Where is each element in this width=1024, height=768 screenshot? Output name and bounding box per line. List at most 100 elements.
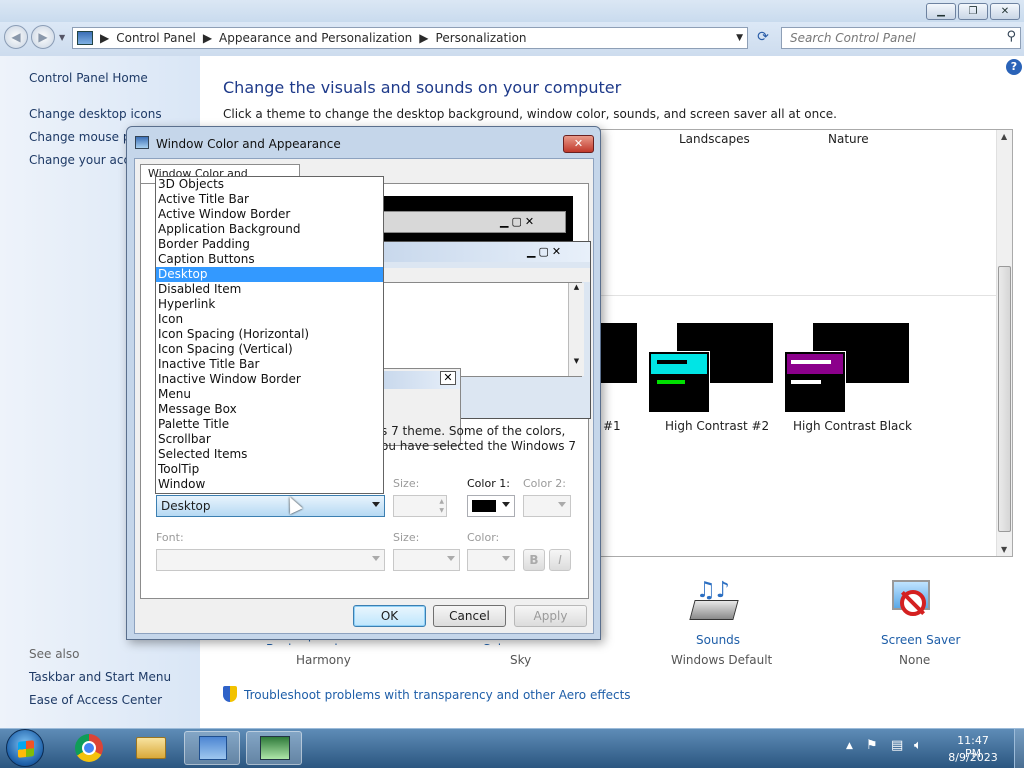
sidebar-link-account-picture[interactable]: Change your acco: [29, 153, 137, 167]
dropdown-option[interactable]: Disabled Item: [156, 282, 383, 297]
recent-pages-icon[interactable]: ▼: [59, 33, 65, 42]
theme-list-scrollbar[interactable]: ▲ ▼: [996, 130, 1012, 556]
sounds-icon[interactable]: ♫♪: [689, 578, 740, 628]
maximize-button[interactable]: ❐: [958, 3, 988, 20]
dropdown-option[interactable]: Palette Title: [156, 417, 383, 432]
dropdown-option[interactable]: Icon Spacing (Horizontal): [156, 327, 383, 342]
chevron-down-icon: [502, 556, 510, 561]
taskbar-control-panel[interactable]: [184, 731, 240, 765]
dropdown-option[interactable]: Border Padding: [156, 237, 383, 252]
apply-button[interactable]: Apply: [514, 605, 587, 627]
dropdown-option[interactable]: 3D Objects: [156, 177, 383, 192]
item-dropdown-list[interactable]: 3D Objects Active Title Bar Active Window …: [155, 176, 384, 494]
troubleshoot-link[interactable]: Troubleshoot problems with transparency …: [244, 688, 631, 702]
see-also-label: See also: [29, 647, 80, 661]
screen-saver-icon[interactable]: [888, 578, 936, 626]
forward-button[interactable]: ▶: [31, 25, 55, 49]
cancel-button[interactable]: Cancel: [433, 605, 506, 627]
screen-saver-value: None: [899, 653, 931, 667]
volume-muted-icon[interactable]: 🔈︎: [914, 738, 922, 753]
dropdown-option[interactable]: Inactive Window Border: [156, 372, 383, 387]
color2-picker[interactable]: [523, 495, 571, 517]
page-subtitle: Click a theme to change the desktop back…: [223, 107, 837, 121]
sidebar-link-desktop-icons[interactable]: Change desktop icons: [29, 107, 162, 121]
minimize-button[interactable]: ▁: [926, 3, 956, 20]
dialog-close-button[interactable]: ✕: [563, 135, 594, 153]
back-button[interactable]: ◀: [4, 25, 28, 49]
refresh-icon[interactable]: ⟳: [752, 29, 774, 49]
breadcrumb-control-panel[interactable]: Control Panel: [116, 31, 196, 45]
dropdown-option[interactable]: Hyperlink: [156, 297, 383, 312]
address-dropdown-icon[interactable]: ▼: [736, 33, 743, 43]
search-icon[interactable]: ⚲: [1006, 29, 1016, 44]
taskbar-personalization[interactable]: [246, 731, 302, 765]
dropdown-option[interactable]: ToolTip: [156, 462, 383, 477]
dropdown-option[interactable]: Active Title Bar: [156, 192, 383, 207]
font-select[interactable]: [156, 549, 385, 571]
font-color-picker[interactable]: [467, 549, 515, 571]
sidebar-link-taskbar[interactable]: Taskbar and Start Menu: [29, 670, 171, 684]
dropdown-option[interactable]: Inactive Title Bar: [156, 357, 383, 372]
theme-hc-black-label[interactable]: High Contrast Black: [793, 419, 912, 433]
theme-hc1-preview[interactable]: [601, 323, 637, 383]
dropdown-option[interactable]: Icon Spacing (Vertical): [156, 342, 383, 357]
control-panel-icon: [199, 736, 227, 760]
chevron-down-icon: [502, 502, 510, 507]
dropdown-option[interactable]: Scrollbar: [156, 432, 383, 447]
bold-button[interactable]: B: [523, 549, 545, 571]
dropdown-option[interactable]: Icon: [156, 312, 383, 327]
ok-button[interactable]: OK: [353, 605, 426, 627]
font-size-select[interactable]: [393, 549, 460, 571]
control-panel-icon: [77, 31, 93, 45]
scroll-up-icon[interactable]: ▲: [1001, 132, 1007, 141]
theme-group-nature: Nature: [828, 132, 869, 146]
chevron-down-icon: [447, 556, 455, 561]
dropdown-option[interactable]: Menu: [156, 387, 383, 402]
search-input[interactable]: Search Control Panel ⚲: [781, 27, 1021, 49]
dropdown-option[interactable]: Window: [156, 477, 383, 492]
chevron-down-icon: [558, 502, 566, 507]
window-color-value: Sky: [510, 653, 532, 667]
item-select[interactable]: Desktop: [156, 495, 385, 517]
clock-date[interactable]: 8/9/2023: [948, 751, 998, 764]
network-icon[interactable]: ▤: [891, 738, 903, 753]
breadcrumb-separator-icon: ▶: [419, 31, 429, 45]
start-orb-icon[interactable]: [6, 729, 44, 767]
back-arrow-icon: ◀: [11, 30, 21, 44]
address-bar[interactable]: ▶ Control Panel ▶ Appearance and Persona…: [72, 27, 748, 49]
show-hidden-icons[interactable]: ▲: [846, 741, 853, 751]
breadcrumb-appearance[interactable]: Appearance and Personalization: [219, 31, 412, 45]
sidebar-link-ease-of-access[interactable]: Ease of Access Center: [29, 693, 162, 707]
breadcrumb-personalization[interactable]: Personalization: [436, 31, 527, 45]
taskbar-chrome[interactable]: [62, 731, 118, 765]
scroll-down-icon[interactable]: ▼: [1001, 545, 1007, 554]
theme-hc2-window: [648, 351, 710, 413]
item-size-label: Size:: [393, 477, 420, 490]
help-icon[interactable]: ?: [1006, 59, 1022, 75]
color1-swatch: [472, 500, 496, 512]
theme-hc2-label[interactable]: High Contrast #2: [665, 419, 769, 433]
theme-hc1-label[interactable]: #1: [603, 419, 621, 433]
dropdown-option[interactable]: Desktop: [156, 267, 383, 282]
dropdown-option[interactable]: Active Window Border: [156, 207, 383, 222]
show-desktop-button[interactable]: [1014, 729, 1024, 768]
dropdown-option[interactable]: Caption Buttons: [156, 252, 383, 267]
page-title: Change the visuals and sounds on your co…: [223, 78, 622, 97]
chevron-down-icon: [372, 556, 380, 561]
color1-picker[interactable]: [467, 495, 515, 517]
sounds-link[interactable]: Sounds: [696, 633, 740, 647]
italic-button[interactable]: I: [549, 549, 571, 571]
close-button[interactable]: ✕: [990, 3, 1020, 20]
sidebar-link-mouse-pointers[interactable]: Change mouse po: [29, 130, 138, 144]
scroll-thumb[interactable]: [998, 266, 1011, 532]
action-center-icon[interactable]: ⚑: [866, 738, 878, 753]
dropdown-option[interactable]: Application Background: [156, 222, 383, 237]
screen-saver-link[interactable]: Screen Saver: [881, 633, 960, 647]
item-size-spinner[interactable]: ▲ ▼: [393, 495, 447, 517]
sidebar-home-link[interactable]: Control Panel Home: [29, 71, 148, 85]
taskbar-explorer[interactable]: [122, 731, 178, 765]
dropdown-option[interactable]: Selected Items: [156, 447, 383, 462]
dropdown-option[interactable]: Message Box: [156, 402, 383, 417]
chrome-icon: [75, 734, 103, 762]
sounds-value: Windows Default: [671, 653, 773, 667]
